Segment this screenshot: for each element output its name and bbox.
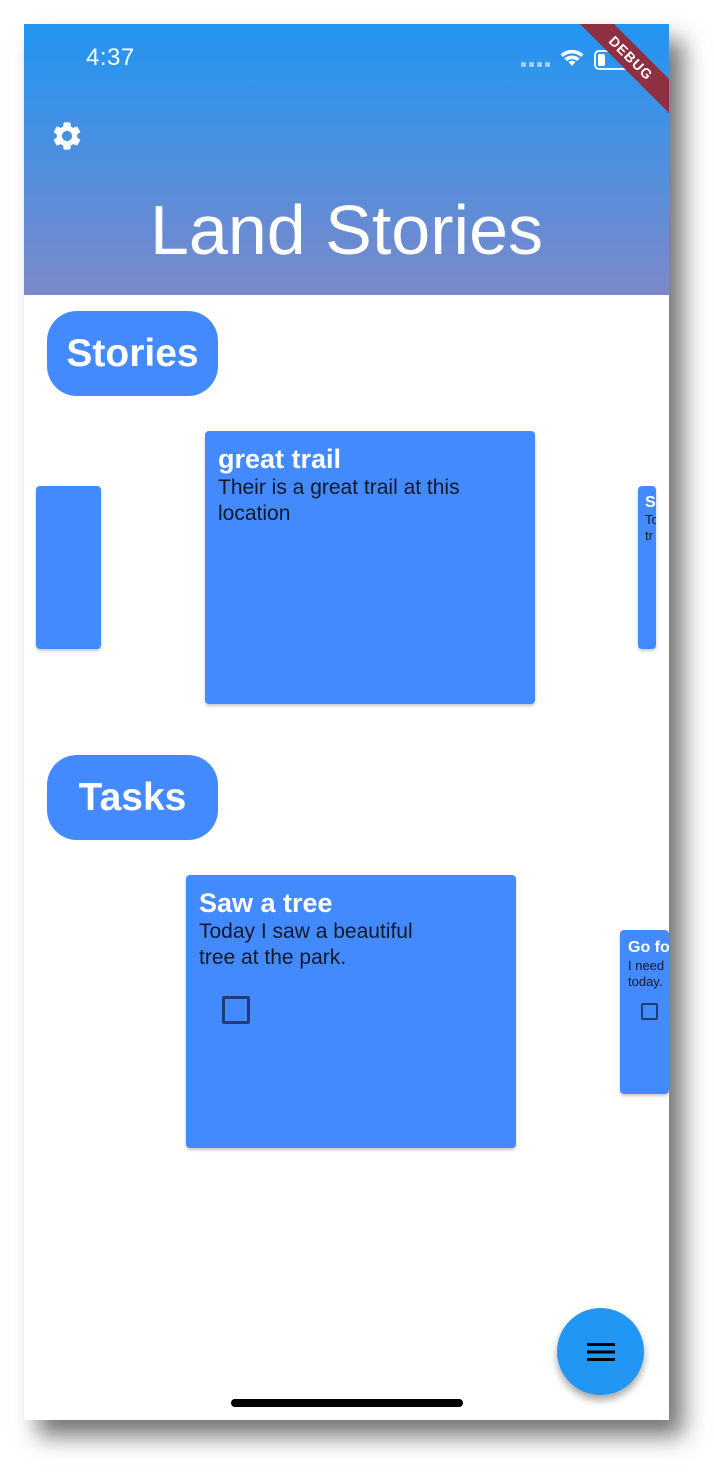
story-card[interactable]: great trail Their is a great trail at th… xyxy=(205,431,535,704)
tasks-heading: Tasks xyxy=(47,755,218,840)
app-header: 4:37 DEBUG Land Stories xyxy=(24,24,669,295)
task-card-title: Go fo xyxy=(628,939,669,956)
gear-icon[interactable] xyxy=(50,119,84,153)
menu-icon xyxy=(586,1342,615,1361)
story-card-title: S xyxy=(645,494,656,511)
task-checkbox[interactable] xyxy=(641,1003,658,1020)
stories-heading: Stories xyxy=(47,311,218,396)
menu-fab-button[interactable] xyxy=(557,1308,644,1395)
task-card-title: Saw a tree xyxy=(199,888,333,918)
status-time: 4:37 xyxy=(86,44,135,71)
app-title: Land Stories xyxy=(149,191,544,269)
wifi-icon xyxy=(560,49,584,66)
debug-banner: DEBUG xyxy=(565,24,669,124)
story-card-body: To tr xyxy=(645,512,656,543)
home-indicator xyxy=(231,1399,463,1407)
signal-icon xyxy=(521,62,551,68)
story-card-title: great trail xyxy=(218,444,342,474)
story-card-partial-right[interactable]: S To tr xyxy=(638,486,656,649)
task-checkbox[interactable] xyxy=(222,996,250,1024)
story-card-partial-left[interactable] xyxy=(36,486,101,649)
story-card-body: Their is a great trail at this location xyxy=(218,476,460,525)
task-card[interactable]: Saw a tree Today I saw a beautiful tree … xyxy=(186,875,516,1148)
task-card-body: Today I saw a beautiful tree at the park… xyxy=(199,920,413,969)
task-card-body: I need today. xyxy=(628,958,665,989)
app-screen: 4:37 DEBUG Land Stories Stories great tr… xyxy=(24,24,669,1420)
task-card-partial-right[interactable]: Go fo I need today. xyxy=(620,930,669,1094)
